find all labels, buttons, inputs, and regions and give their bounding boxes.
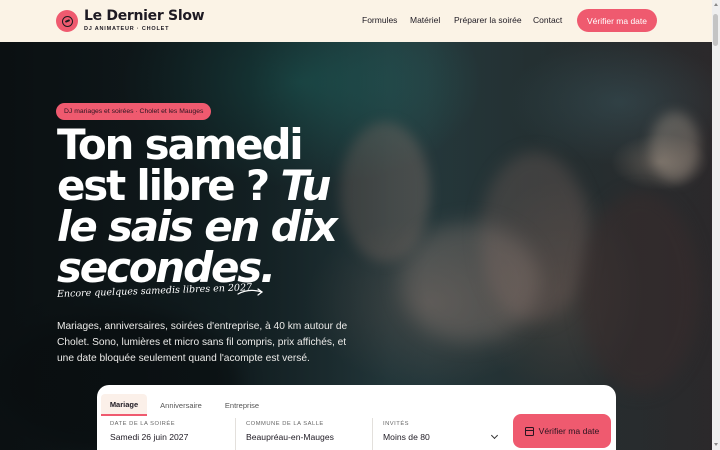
scroll-up-icon[interactable] xyxy=(714,3,718,6)
curved-arrow-icon xyxy=(237,288,263,296)
scroll-down-icon[interactable] xyxy=(714,443,718,446)
nav-formules[interactable]: Formules xyxy=(362,15,397,25)
guests-field-label: INVITÉS xyxy=(383,421,410,427)
hero-badge: DJ mariages et soirées · Cholet et les M… xyxy=(56,103,212,120)
commune-field[interactable]: Beaupréau-en-Mauges xyxy=(246,432,334,442)
commune-field-label: COMMUNE DE LA SALLE xyxy=(246,421,324,427)
check-date-button[interactable]: Vérifier ma date xyxy=(513,414,611,448)
booking-card: Mariage Anniversaire Entreprise DATE DE … xyxy=(97,385,616,450)
hero-intro-text: Mariages, anniversaires, soirées d'entre… xyxy=(57,321,348,364)
date-field-label: DATE DE LA SOIRÉE xyxy=(110,421,176,427)
scroll-thumb[interactable] xyxy=(713,14,718,46)
vinyl-record-icon[interactable] xyxy=(56,10,78,32)
hero-section: DJ mariages et soirées · Cholet et les M… xyxy=(0,42,712,450)
hero-headline: Ton samedi est libre ? Tu le sais en dix… xyxy=(57,120,338,292)
nav-materiel[interactable]: Matériel xyxy=(410,15,440,25)
site-header: Le Dernier Slow DJ ANIMATEUR · CHOLET Fo… xyxy=(0,0,712,42)
field-divider xyxy=(235,418,236,450)
nav-preparer-soiree[interactable]: Préparer la soirée xyxy=(454,15,522,25)
guests-select[interactable]: Moins de 80 xyxy=(383,432,430,442)
nav-contact[interactable]: Contact xyxy=(533,15,562,25)
tab-mariage[interactable]: Mariage xyxy=(101,394,147,416)
field-divider xyxy=(372,418,373,450)
brand-tagline: DJ ANIMATEUR · CHOLET xyxy=(84,26,170,32)
date-field[interactable]: Samedi 26 juin 2027 xyxy=(110,432,188,442)
header-check-date-button[interactable]: Vérifier ma date xyxy=(577,9,657,32)
calendar-icon xyxy=(524,426,534,436)
page-scrollbar[interactable] xyxy=(712,0,720,450)
brand-name[interactable]: Le Dernier Slow xyxy=(84,8,205,24)
chevron-down-icon[interactable] xyxy=(490,431,499,440)
tab-anniversaire[interactable]: Anniversaire xyxy=(153,394,209,416)
tab-entreprise[interactable]: Entreprise xyxy=(217,394,267,416)
